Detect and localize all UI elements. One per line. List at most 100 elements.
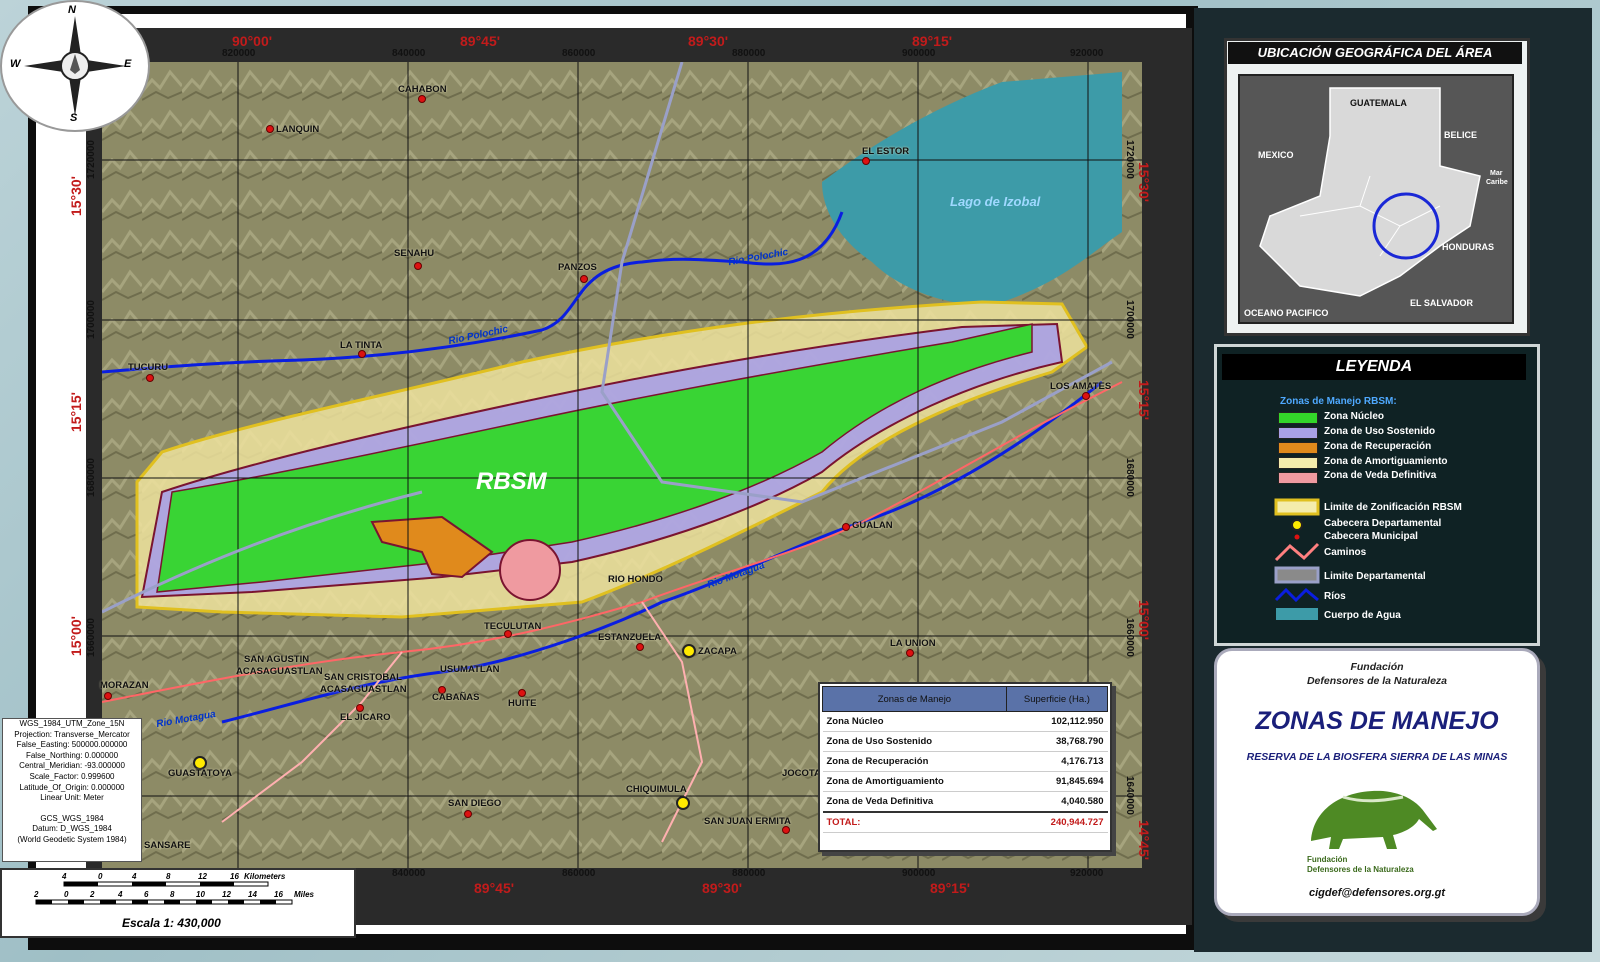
mi-tick: 12 [222,890,231,899]
town-chiquimula: CHIQUIMULA [626,784,687,795]
legend-heading: Zonas de Manejo RBSM: [1280,396,1397,407]
proj-line: Latitude_Of_Origin: 0.000000 [19,782,125,792]
contact-email[interactable]: cigdef@defensores.org.gt [1217,887,1537,899]
inset-map[interactable]: GUATEMALA MEXICO BELICE Mar Caribe HONDU… [1238,74,1514,324]
town-san-agustin: SAN AGUSTIN [244,654,310,665]
legend-swatch-uso [1278,427,1318,439]
inset-map-svg [1259,87,1481,297]
compass-e: E [124,58,132,70]
northing-left-1680000: 1680000 [86,458,97,497]
table-cell-area: 4,176.713 [1006,751,1108,772]
table-row: Zona Núcleo 102,112.950 [822,711,1108,732]
bottom-coord-89-30: 89°30' [702,880,743,896]
top-coord-89-45: 89°45' [460,33,501,49]
easting-bottom-880000: 880000 [732,868,766,879]
town-dot [266,125,274,133]
town-dot [356,704,364,712]
right-coord-15-30: 15°30' [1136,162,1152,203]
table-header-zone: Zonas de Manejo [822,686,1007,712]
town-la-tinta: LA TINTA [340,340,383,351]
town-dot [146,374,154,382]
table-row: Zona de Veda Definitiva 4,040.580 [822,791,1108,813]
town-dot [1082,392,1090,400]
compass-s: S [70,112,78,124]
km-tick: 8 [166,872,171,881]
table-cell-area: 91,845.694 [1006,771,1108,792]
table-cell-zone: Zona de Veda Definitiva [822,791,1007,813]
northing-right-1720000: 1720000 [1124,140,1135,179]
town-gualan: GUALAN [852,520,893,531]
table-header-row: Zonas de Manejo Superficie (Ha.) [822,686,1109,712]
legend-limit-rbsm-icon [1274,498,1320,516]
legend-label-recuperacion: Zona de Recuperación [1324,441,1432,452]
town-estanzuela: ESTANZUELA [598,632,662,643]
town-guastatoya: GUASTATOYA [168,768,233,779]
scale-bar: 4 0 4 8 12 16 Kilometers 2 0 2 4 6 8 10 … [0,868,356,938]
mi-tick: 14 [248,890,257,899]
easting-top-880000: 880000 [732,48,766,59]
town-sansare: SANSARE [144,840,191,851]
org-line-2: Defensores de la Naturaleza [1306,675,1448,687]
easting-top-920000: 920000 [1070,48,1104,59]
table-cell-zone: Zona de Uso Sostenido [822,731,1007,752]
mi-tick: 0 [64,890,69,899]
legend-label-limite-dept: Limite Departamental [1324,571,1426,582]
easting-top-840000: 840000 [392,48,426,59]
town-dot [414,262,422,270]
bottom-coord-89-45: 89°45' [474,880,515,896]
northing-left-1660000: 1660000 [86,618,97,657]
legend-symbols [1274,498,1320,620]
legend-label-veda: Zona de Veda Definitiva [1324,470,1437,481]
town-teculutan: TECULUTAN [484,621,542,632]
town-dot [418,95,426,103]
town-cabanas: CABAÑAS [432,692,480,703]
town-lanquin: LANQUIN [276,124,320,135]
town-la-union: LA UNION [890,638,936,649]
northing-right-1660000: 1660000 [1124,618,1135,657]
town-san-cristobal: SAN CRISTOBAL [324,672,402,683]
easting-top-860000: 860000 [562,48,596,59]
table-total-value: 240,944.727 [1006,811,1108,833]
table-cell-zone: Zona de Recuperación [822,751,1007,772]
km-tick: 4 [62,872,67,881]
legend-caminos-icon [1274,542,1320,562]
km-unit: Kilometers [244,872,286,881]
main-title: ZONAS DE MANEJO [1255,707,1499,735]
town-senahu: SENAHU [394,248,435,259]
northing-left-1720000: 1720000 [86,140,97,179]
table-total-label: TOTAL: [822,811,1007,833]
proj-line: Central_Meridian: -93.000000 [19,761,125,771]
km-tick: 4 [132,872,137,881]
capital-dot [682,644,696,658]
table-header-area: Superficie (Ha.) [1005,686,1109,712]
anteater-logo-icon [1311,790,1437,849]
zona-veda-definitiva-shape [499,539,561,601]
northing-right-1680000: 1680000 [1124,458,1135,497]
legend-label-nucleo: Zona Núcleo [1324,411,1385,422]
left-coord-15-00: 15°00' [68,616,84,657]
proj-line: False_Easting: 500000.000000 [16,740,128,750]
rbsm-label: RBSM [476,468,547,495]
easting-bottom-920000: 920000 [1070,868,1104,879]
proj-line: Linear Unit: Meter [40,793,104,803]
easting-bottom-860000: 860000 [562,868,596,879]
scale-title: Escala 1: 430,000 [122,916,221,930]
town-rio-hondo: RIO HONDO [608,574,663,585]
town-el-jicaro: EL JICARO [340,712,391,723]
legend-agua-icon [1276,608,1318,620]
legend-swatch-amortiguamiento [1278,457,1318,469]
right-coord-15-15: 15°15' [1136,380,1152,421]
proj-line: Datum: D_WGS_1984 [32,824,112,834]
legend-swatch-veda [1278,472,1318,484]
bottom-coord-89-15: 89°15' [930,880,971,896]
inset-label-mar: Mar [1490,170,1503,177]
town-los-amates: LOS AMATES [1050,381,1112,392]
town-cahabon: CAHABON [398,84,447,95]
town-dot [580,275,588,283]
legend-cabecera-dept-icon [1291,519,1303,531]
town-tucuru: TUCURU [128,362,169,373]
town-san-juan-ermita: SAN JUAN ERMITA [704,816,791,827]
top-coord-90-00: 90°00' [232,33,273,49]
town-usumatlan: USUMATLAN [440,664,500,675]
town-dot [464,810,472,818]
